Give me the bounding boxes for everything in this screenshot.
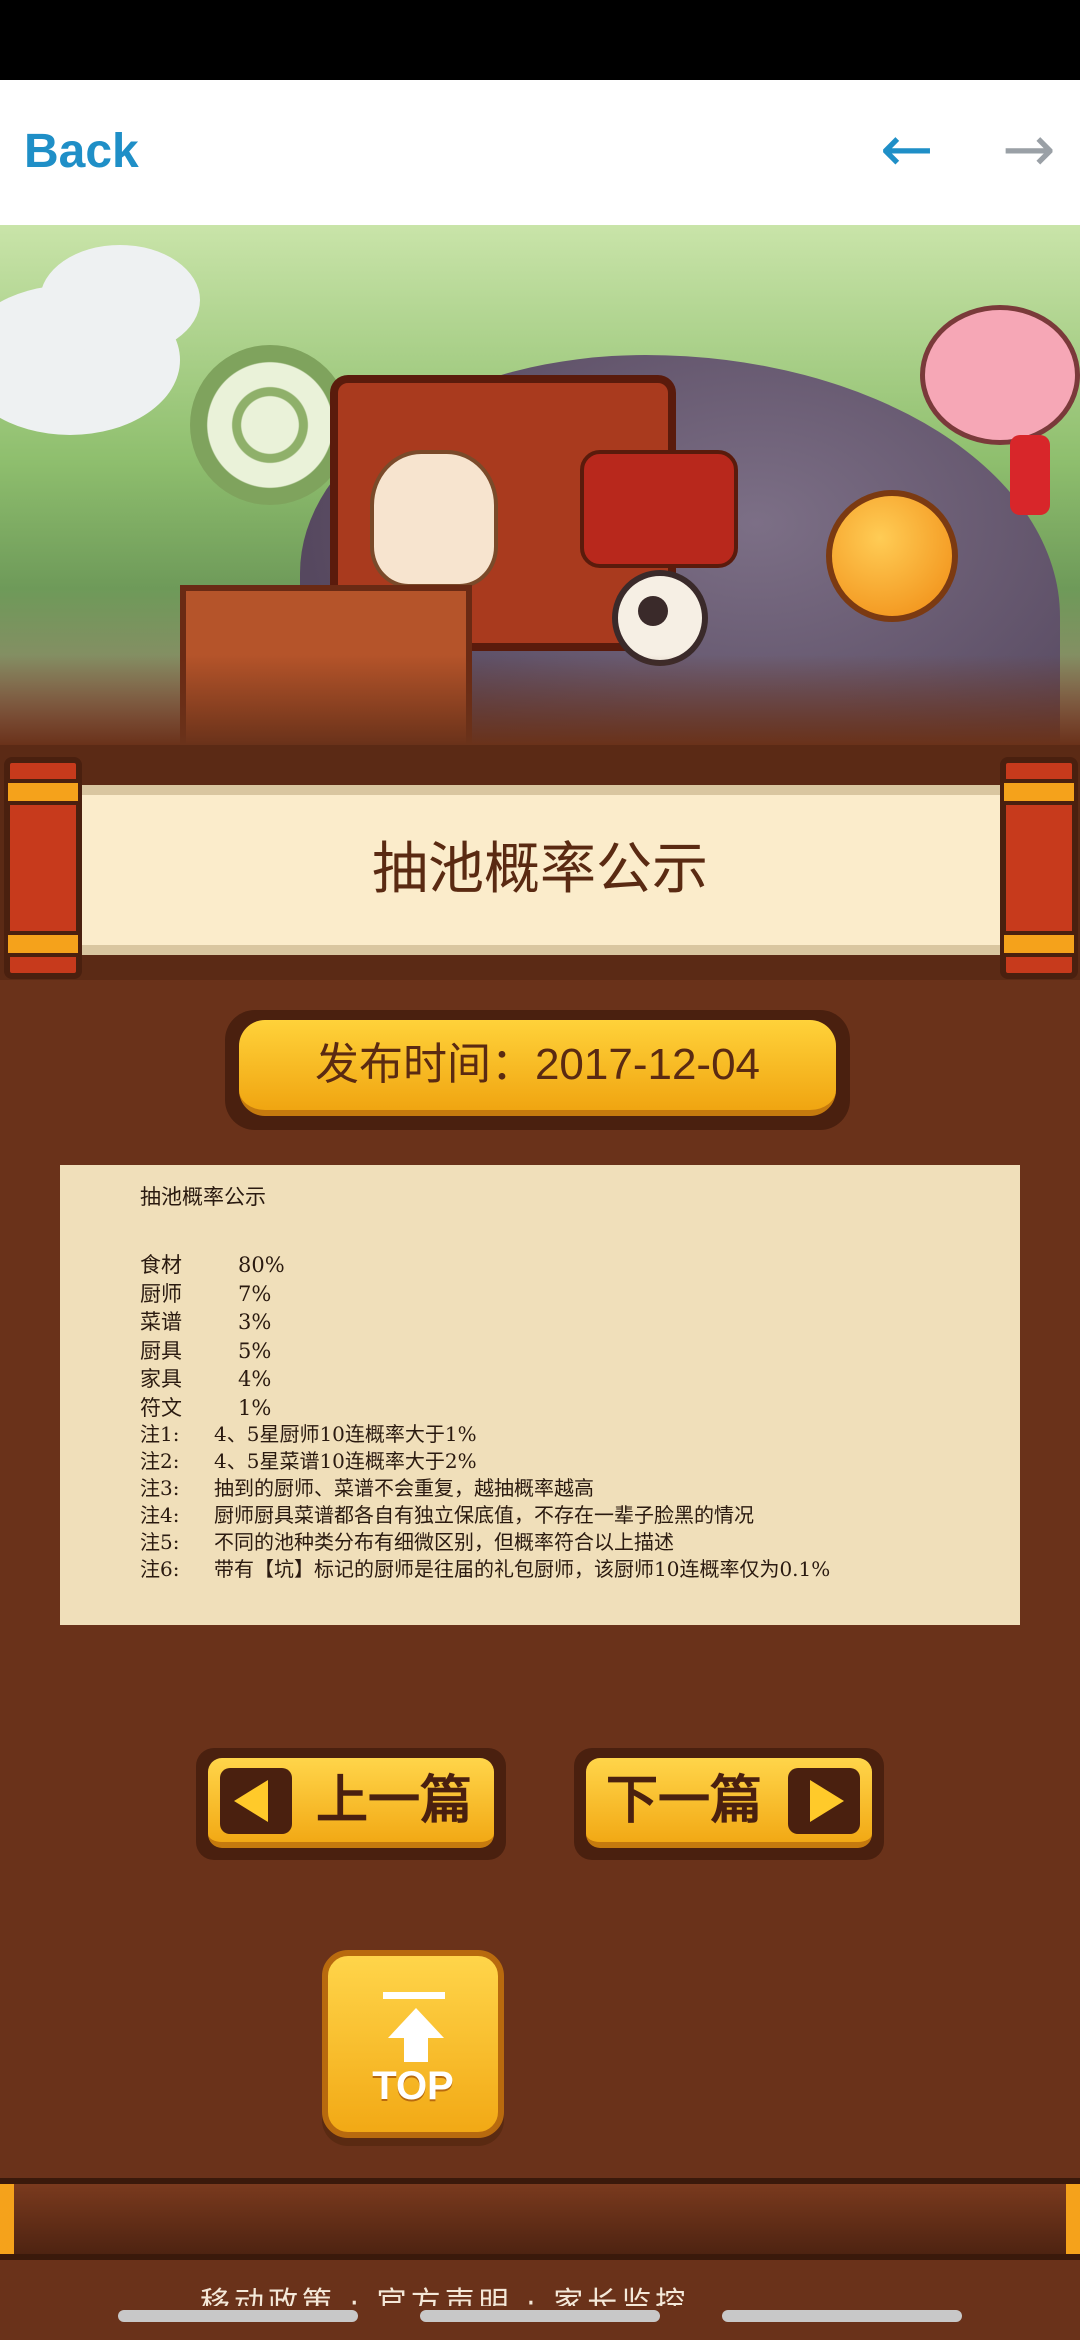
rate-row: 菜谱 3% (140, 1308, 285, 1337)
arrow-right-icon[interactable]: → (1002, 118, 1056, 182)
note-text: 厨师厨具菜谱都各自有独立保底值，不存在一辈子脸黑的情况 (214, 1503, 754, 1527)
prev-article-button[interactable]: 上一篇 (196, 1748, 506, 1860)
footer-plank (0, 2178, 1080, 2260)
roll-decoration (190, 345, 350, 505)
lantern-tassel (1010, 435, 1050, 515)
banner-image (0, 225, 1080, 745)
note-label: 注4: (140, 1503, 180, 1527)
next-button-face[interactable]: 下一篇 (586, 1758, 872, 1848)
note-row: 注6: 带有【坑】标记的厨师是往届的礼包厨师，该厨师10连概率仅为0.1% (140, 1556, 830, 1583)
chef-character (370, 450, 498, 588)
article-body: 抽池概率公示 食材 80% 厨师 7% 菜谱 3% 厨具 5% 家具 4% 符文 1% 注1… (60, 1165, 1020, 1625)
note-row: 注5: 不同的池种类分布有细微区别，但概率符合以上描述 (140, 1529, 830, 1556)
back-to-top-button[interactable]: TOP (322, 1950, 504, 2138)
note-text: 4、5星厨师10连概率大于1% (214, 1422, 477, 1446)
rate-item: 厨具 (140, 1338, 182, 1363)
publish-date: 发布时间：2017-12-04 (239, 1020, 836, 1116)
triangle-right-icon (810, 1780, 844, 1822)
note-row: 注2: 4、5星菜谱10连概率大于2% (140, 1448, 830, 1475)
triangle-left-icon (234, 1780, 268, 1822)
top-label: TOP (372, 2064, 454, 2108)
page-title: 抽池概率公示 (372, 837, 708, 902)
prev-arrow-box (220, 1768, 292, 1834)
title-scroll: 抽池概率公示 (0, 745, 1080, 980)
rate-value: 3% (238, 1310, 272, 1334)
note-row: 注1: 4、5星厨师10连概率大于1% (140, 1421, 830, 1448)
note-row: 注3: 抽到的厨师、菜谱不会重复，越抽概率越高 (140, 1475, 830, 1502)
rate-row: 厨具 5% (140, 1337, 285, 1366)
note-label: 注2: (140, 1449, 180, 1473)
rate-row: 食材 80% (140, 1251, 285, 1280)
pig-lantern (920, 305, 1080, 445)
banner-fade (0, 655, 1080, 745)
top-bar-icon (383, 1992, 445, 1999)
rate-row: 家具 4% (140, 1365, 285, 1394)
scroll-handle (4, 757, 82, 979)
note-label: 注5: (140, 1530, 180, 1554)
note-row: 注4: 厨师厨具菜谱都各自有独立保底值，不存在一辈子脸黑的情况 (140, 1502, 830, 1529)
rate-value: 80% (238, 1253, 285, 1277)
rate-item: 符文 (140, 1395, 182, 1420)
next-article-button[interactable]: 下一篇 (574, 1748, 884, 1860)
rate-list: 食材 80% 厨师 7% 菜谱 3% 厨具 5% 家具 4% 符文 1% (140, 1251, 285, 1422)
footer-links: 移动政策 · 官方声明 · 家长监控 (200, 2286, 690, 2306)
next-article-label: 下一篇 (606, 1771, 763, 1831)
note-text: 4、5星菜谱10连概率大于2% (214, 1449, 477, 1473)
prev-article-label: 上一篇 (316, 1771, 473, 1831)
arrow-up-icon (388, 2008, 444, 2038)
note-text: 抽到的厨师、菜谱不会重复，越抽概率越高 (214, 1476, 594, 1500)
note-label: 注1: (140, 1422, 180, 1446)
rate-value: 1% (238, 1395, 272, 1420)
note-text: 不同的池种类分布有细微区别，但概率符合以上描述 (214, 1530, 674, 1554)
rate-value: 5% (238, 1338, 272, 1363)
next-arrow-box (788, 1768, 860, 1834)
chef-character (580, 450, 738, 568)
arrow-stem-icon (404, 2036, 428, 2062)
publish-date-badge: 发布时间：2017-12-04 (225, 1010, 850, 1130)
rate-item: 菜谱 (140, 1310, 182, 1334)
fish-eye (612, 570, 708, 666)
note-text: 带有【坑】标记的厨师是往届的礼包厨师，该厨师10连概率仅为0.1% (214, 1557, 831, 1581)
rate-value: 7% (238, 1281, 272, 1306)
nav-bar: Back ← → (0, 80, 1080, 225)
note-label: 注3: (140, 1476, 180, 1500)
rate-row: 符文 1% (140, 1394, 285, 1423)
rate-item: 家具 (140, 1367, 182, 1391)
article-heading: 抽池概率公示 (140, 1185, 266, 1209)
gesture-bar (722, 2310, 962, 2322)
gesture-bar (118, 2310, 358, 2322)
note-list: 注1: 4、5星厨师10连概率大于1% 注2: 4、5星菜谱10连概率大于2% 注3… (140, 1421, 830, 1583)
cloud-decoration (40, 245, 200, 355)
status-bar (0, 0, 1080, 80)
scroll-paper: 抽池概率公示 (80, 785, 1000, 955)
arrow-left-icon[interactable]: ← (880, 118, 934, 182)
back-button[interactable]: Back (24, 124, 139, 179)
rate-item: 厨师 (140, 1281, 182, 1306)
rate-value: 4% (238, 1367, 272, 1391)
note-label: 注6: (140, 1557, 180, 1581)
orb-decoration (826, 490, 958, 622)
rate-row: 厨师 7% (140, 1280, 285, 1309)
scroll-handle (1000, 757, 1078, 979)
rate-item: 食材 (140, 1253, 182, 1277)
gesture-bar (420, 2310, 660, 2322)
prev-button-face[interactable]: 上一篇 (208, 1758, 494, 1848)
